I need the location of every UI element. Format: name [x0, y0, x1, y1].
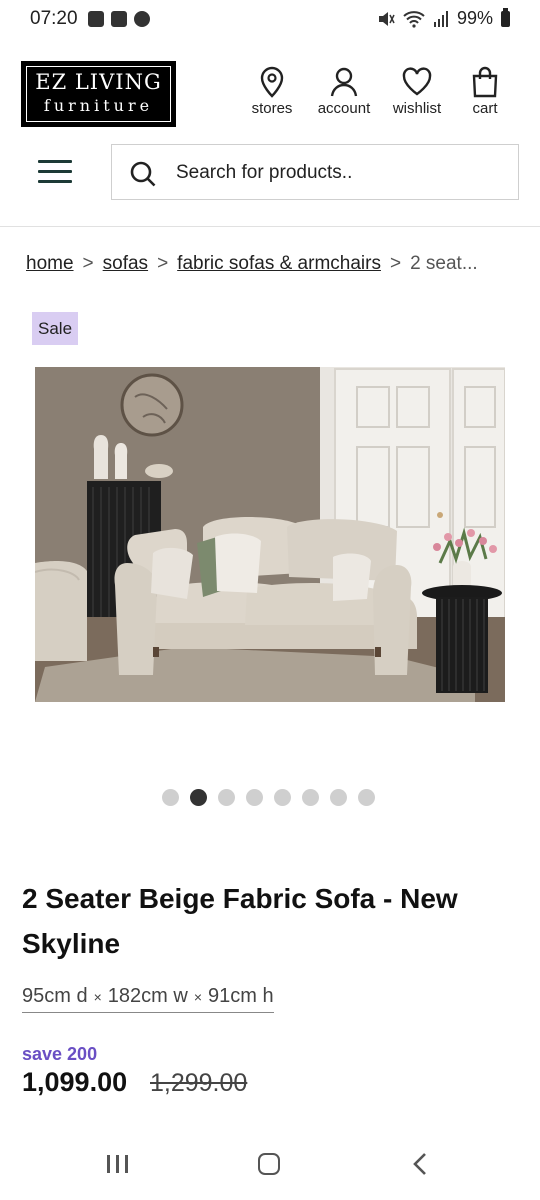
- sale-badge: Sale: [32, 312, 79, 345]
- gallery-notification-icon: [88, 11, 104, 27]
- shopping-bag-icon: [472, 66, 498, 98]
- wifi-icon: [403, 10, 425, 28]
- breadcrumb-separator: >: [82, 253, 94, 274]
- breadcrumb-fabric-sofas[interactable]: fabric sofas & armchairs: [177, 253, 381, 274]
- gallery-dot[interactable]: [358, 789, 375, 806]
- breadcrumb: home > sofas > fabric sofas & armchairs >2 se…: [26, 253, 516, 275]
- status-right: 99%: [377, 7, 510, 29]
- heart-icon: [402, 67, 432, 96]
- cart-link[interactable]: cart: [466, 66, 504, 117]
- save-amount: save 200: [22, 1044, 98, 1064]
- breadcrumb-separator: >: [157, 253, 169, 274]
- user-icon: [330, 67, 358, 97]
- gallery-dot[interactable]: [190, 789, 207, 806]
- search-input[interactable]: [176, 155, 506, 191]
- gallery-pagination: [162, 789, 375, 806]
- battery-icon: [501, 7, 510, 27]
- dimension-separator: ×: [93, 989, 102, 1005]
- brand-logo[interactable]: EZ LIVING furniture: [21, 61, 176, 127]
- recent-apps-icon[interactable]: [107, 1155, 129, 1173]
- account-link[interactable]: account: [312, 66, 376, 117]
- product-title: 2 Seater Beige Fabric Sofa - New Skyline: [22, 883, 458, 959]
- product-image[interactable]: [35, 367, 505, 702]
- stores-label: stores: [251, 100, 293, 117]
- wishlist-link[interactable]: wishlist: [387, 66, 447, 117]
- status-bar: 07:20 99%: [0, 0, 540, 40]
- hamburger-menu-icon[interactable]: [38, 160, 72, 186]
- app-notification-icon: [111, 11, 127, 27]
- search-icon: [130, 161, 156, 187]
- breadcrumb-current: 2 seat...: [410, 253, 478, 274]
- breadcrumb-separator: >: [389, 253, 402, 274]
- breadcrumb-sofas[interactable]: sofas: [103, 253, 148, 274]
- stores-link[interactable]: stores: [246, 66, 298, 117]
- status-time: 07:20: [30, 8, 78, 29]
- logo-line-1: EZ LIVING: [35, 70, 162, 94]
- signal-icon: [433, 10, 448, 27]
- chat-notification-icon: [134, 11, 150, 27]
- gallery-dot[interactable]: [218, 789, 235, 806]
- header-divider: [0, 226, 540, 227]
- gallery-dot[interactable]: [274, 789, 291, 806]
- battery-percent: 99%: [456, 8, 493, 28]
- search-bar[interactable]: [111, 144, 519, 200]
- dimension-separator: ×: [193, 989, 202, 1005]
- home-icon[interactable]: [258, 1153, 280, 1175]
- dimension-height: 91cm h: [208, 985, 274, 1007]
- original-price: 1,299.00: [150, 1069, 248, 1097]
- location-pin-icon: [260, 66, 284, 98]
- account-label: account: [317, 100, 371, 117]
- current-price: 1,099.00: [22, 1067, 128, 1097]
- wishlist-label: wishlist: [392, 100, 442, 117]
- gallery-dot[interactable]: [330, 789, 347, 806]
- system-nav-bar: [0, 1130, 540, 1200]
- logo-line-2: furniture: [43, 96, 154, 115]
- breadcrumb-home[interactable]: home: [26, 253, 74, 274]
- product-dimensions[interactable]: 95cm d × 182cm w × 91cm h: [22, 985, 274, 1013]
- cart-label: cart: [472, 100, 498, 117]
- mute-icon: [378, 11, 395, 26]
- gallery-dot[interactable]: [246, 789, 263, 806]
- dimension-depth: 95cm d: [22, 985, 88, 1007]
- dimension-width: 182cm w: [107, 985, 188, 1007]
- gallery-dot[interactable]: [162, 789, 179, 806]
- gallery-dot[interactable]: [302, 789, 319, 806]
- back-icon[interactable]: [412, 1152, 428, 1176]
